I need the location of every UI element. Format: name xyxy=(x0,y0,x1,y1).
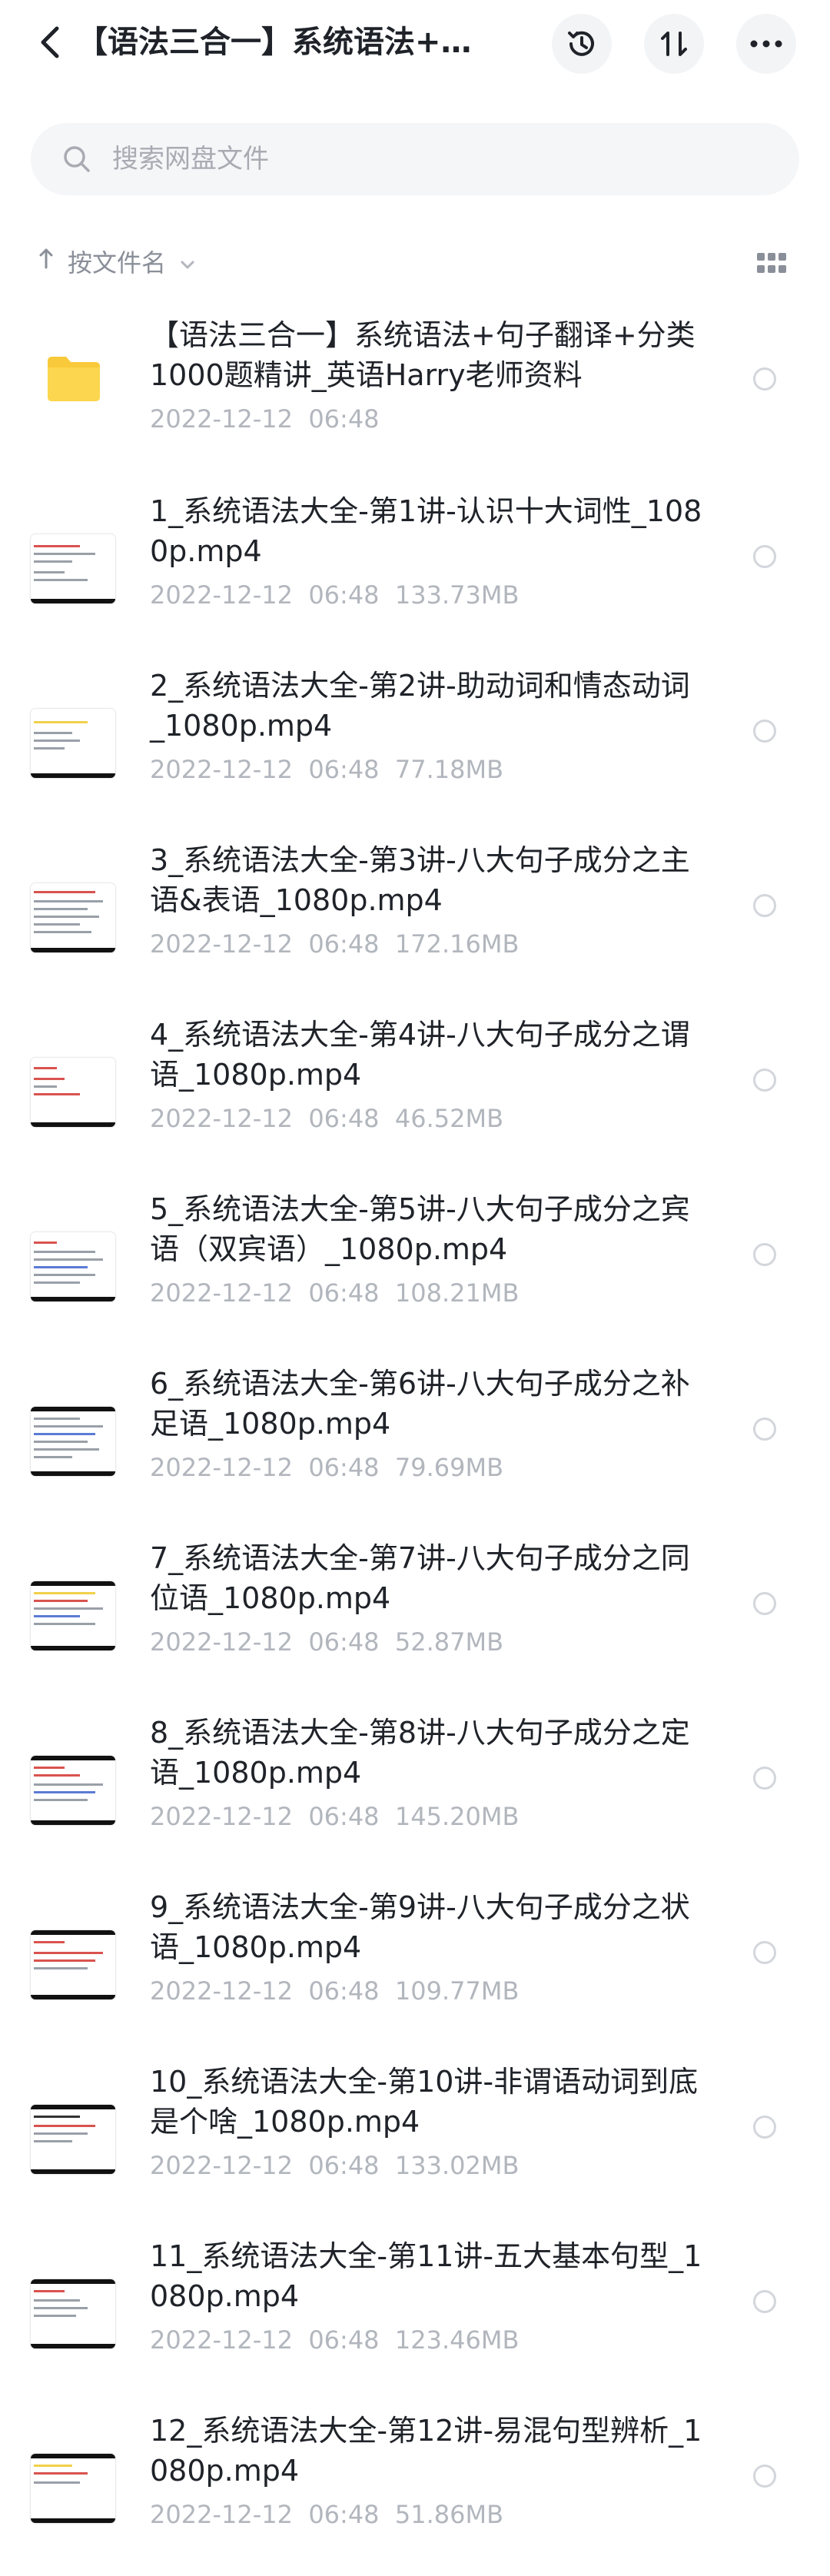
list-item[interactable]: 11_系统语法大全-第11讲-五大基本句型_1080p.mp4 2022-12-… xyxy=(0,2227,830,2401)
file-name: 9_系统语法大全-第9讲-八大句子成分之状语_1080p.mp4 xyxy=(150,1890,690,1964)
sort-selector[interactable]: 按文件名 xyxy=(38,238,195,284)
file-meta: 2022-12-12 06:48 46.52MB xyxy=(150,1104,504,1133)
more-button[interactable] xyxy=(736,14,796,74)
file-name: 4_系统语法大全-第4讲-八大句子成分之谓语_1080p.mp4 xyxy=(150,1018,690,1092)
file-meta: 2022-12-12 06:48 xyxy=(150,404,380,434)
list-item[interactable]: 12_系统语法大全-第12讲-易混句型辨析_1080p.mp4 2022-12-… xyxy=(0,2401,830,2576)
search-icon xyxy=(61,144,92,175)
file-name: 【语法三合一】系统语法+句子翻译+分类1000题精讲_英语Harry老师资料 xyxy=(150,318,696,392)
video-thumbnail xyxy=(31,883,115,952)
file-meta: 2022-12-12 06:48 79.69MB xyxy=(150,1453,504,1482)
file-list: 【语法三合一】系统语法+句子翻译+分类1000题精讲_英语Harry老师资料 2… xyxy=(0,307,830,2576)
file-name: 6_系统语法大全-第6讲-八大句子成分之补足语_1080p.mp4 xyxy=(150,1367,690,1441)
list-item[interactable]: 6_系统语法大全-第6讲-八大句子成分之补足语_1080p.mp4 2022-1… xyxy=(0,1354,830,1529)
list-item[interactable]: 【语法三合一】系统语法+句子翻译+分类1000题精讲_英语Harry老师资料 2… xyxy=(0,307,830,482)
file-name: 12_系统语法大全-第12讲-易混句型辨析_1080p.mp4 xyxy=(150,2414,702,2488)
file-meta: 2022-12-12 06:48 172.16MB xyxy=(150,929,520,959)
file-name: 10_系统语法大全-第10讲-非谓语动词到底是个啥_1080p.mp4 xyxy=(150,2065,699,2139)
search-input[interactable] xyxy=(111,143,767,175)
list-item[interactable]: 3_系统语法大全-第3讲-八大句子成分之主语&表语_1080p.mp4 2022… xyxy=(0,831,830,1005)
list-item[interactable]: 4_系统语法大全-第4讲-八大句子成分之谓语_1080p.mp4 2022-12… xyxy=(0,1005,830,1180)
select-checkbox[interactable] xyxy=(753,367,776,391)
file-name: 11_系统语法大全-第11讲-五大基本句型_1080p.mp4 xyxy=(150,2239,702,2313)
list-item[interactable]: 7_系统语法大全-第7讲-八大句子成分之同位语_1080p.mp4 2022-1… xyxy=(0,1529,830,1703)
history-icon xyxy=(568,31,594,56)
file-meta: 2022-12-12 06:48 108.21MB xyxy=(150,1278,520,1308)
video-thumbnail xyxy=(31,1407,115,1476)
video-thumbnail xyxy=(31,1756,115,1825)
sort-icon xyxy=(661,32,687,56)
video-thumbnail xyxy=(31,1581,115,1650)
video-thumbnail xyxy=(31,1058,115,1127)
video-thumbnail xyxy=(31,2279,115,2348)
video-thumbnail xyxy=(31,2105,115,2174)
select-checkbox[interactable] xyxy=(753,1418,776,1441)
file-name: 5_系统语法大全-第5讲-八大句子成分之宾语（双宾语）_1080p.mp4 xyxy=(150,1192,690,1266)
search-bar[interactable] xyxy=(31,123,799,195)
file-meta: 2022-12-12 06:48 133.73MB xyxy=(150,580,520,610)
file-name: 7_系统语法大全-第7讲-八大句子成分之同位语_1080p.mp4 xyxy=(150,1541,690,1615)
sort-label: 按文件名 xyxy=(68,248,167,278)
file-meta: 2022-12-12 06:48 123.46MB xyxy=(150,2325,520,2355)
sort-up-arrow-icon xyxy=(38,247,54,276)
file-meta: 2022-12-12 06:48 51.86MB xyxy=(150,2500,504,2529)
chevron-down-icon xyxy=(180,247,195,276)
video-thumbnail xyxy=(31,709,115,778)
list-item[interactable]: 2_系统语法大全-第2讲-助动词和情态动词_1080p.mp4 2022-12-… xyxy=(0,656,830,831)
select-checkbox[interactable] xyxy=(753,2465,776,2488)
back-arrow-icon[interactable] xyxy=(31,22,69,63)
select-checkbox[interactable] xyxy=(753,894,776,917)
more-icon xyxy=(750,40,782,48)
select-checkbox[interactable] xyxy=(753,720,776,743)
video-thumbnail xyxy=(31,1232,115,1301)
file-name: 3_系统语法大全-第3讲-八大句子成分之主语&表语_1080p.mp4 xyxy=(150,843,690,917)
video-thumbnail xyxy=(31,534,115,603)
page-title: 【语法三合一】系统语法+句子翻译+分类1000题精讲_英语Harry老师资料 xyxy=(77,25,492,60)
folder-icon xyxy=(48,357,100,401)
select-checkbox[interactable] xyxy=(753,2290,776,2313)
top-bar: 【语法三合一】系统语法+句子翻译+分类1000题精讲_英语Harry老师资料 xyxy=(0,0,830,85)
video-thumbnail xyxy=(31,1930,115,1999)
file-name: 8_系统语法大全-第8讲-八大句子成分之定语_1080p.mp4 xyxy=(150,1716,690,1790)
grid-view-icon[interactable] xyxy=(756,248,787,278)
list-item[interactable]: 10_系统语法大全-第10讲-非谓语动词到底是个啥_1080p.mp4 2022… xyxy=(0,2052,830,2227)
select-checkbox[interactable] xyxy=(753,2116,776,2139)
select-checkbox[interactable] xyxy=(753,1592,776,1615)
select-checkbox[interactable] xyxy=(753,1069,776,1092)
file-name: 2_系统语法大全-第2讲-助动词和情态动词_1080p.mp4 xyxy=(150,669,690,743)
file-meta: 2022-12-12 06:48 109.77MB xyxy=(150,1976,520,2006)
list-item[interactable]: 8_系统语法大全-第8讲-八大句子成分之定语_1080p.mp4 2022-12… xyxy=(0,1703,830,1878)
file-meta: 2022-12-12 06:48 52.87MB xyxy=(150,1627,504,1657)
select-checkbox[interactable] xyxy=(753,1243,776,1266)
sort-button[interactable] xyxy=(644,14,704,74)
list-item[interactable]: 9_系统语法大全-第9讲-八大句子成分之状语_1080p.mp4 2022-12… xyxy=(0,1878,830,2052)
video-thumbnail xyxy=(31,2454,115,2523)
select-checkbox[interactable] xyxy=(753,1941,776,1964)
file-meta: 2022-12-12 06:48 77.18MB xyxy=(150,755,504,784)
list-item[interactable]: 5_系统语法大全-第5讲-八大句子成分之宾语（双宾语）_1080p.mp4 20… xyxy=(0,1180,830,1354)
history-button[interactable] xyxy=(552,14,612,74)
list-item[interactable]: 1_系统语法大全-第1讲-认识十大词性_1080p.mp4 2022-12-12… xyxy=(0,482,830,656)
select-checkbox[interactable] xyxy=(753,545,776,568)
file-meta: 2022-12-12 06:48 145.20MB xyxy=(150,1802,520,1831)
file-meta: 2022-12-12 06:48 133.02MB xyxy=(150,2151,520,2180)
file-name: 1_系统语法大全-第1讲-认识十大词性_1080p.mp4 xyxy=(150,494,702,568)
select-checkbox[interactable] xyxy=(753,1767,776,1790)
